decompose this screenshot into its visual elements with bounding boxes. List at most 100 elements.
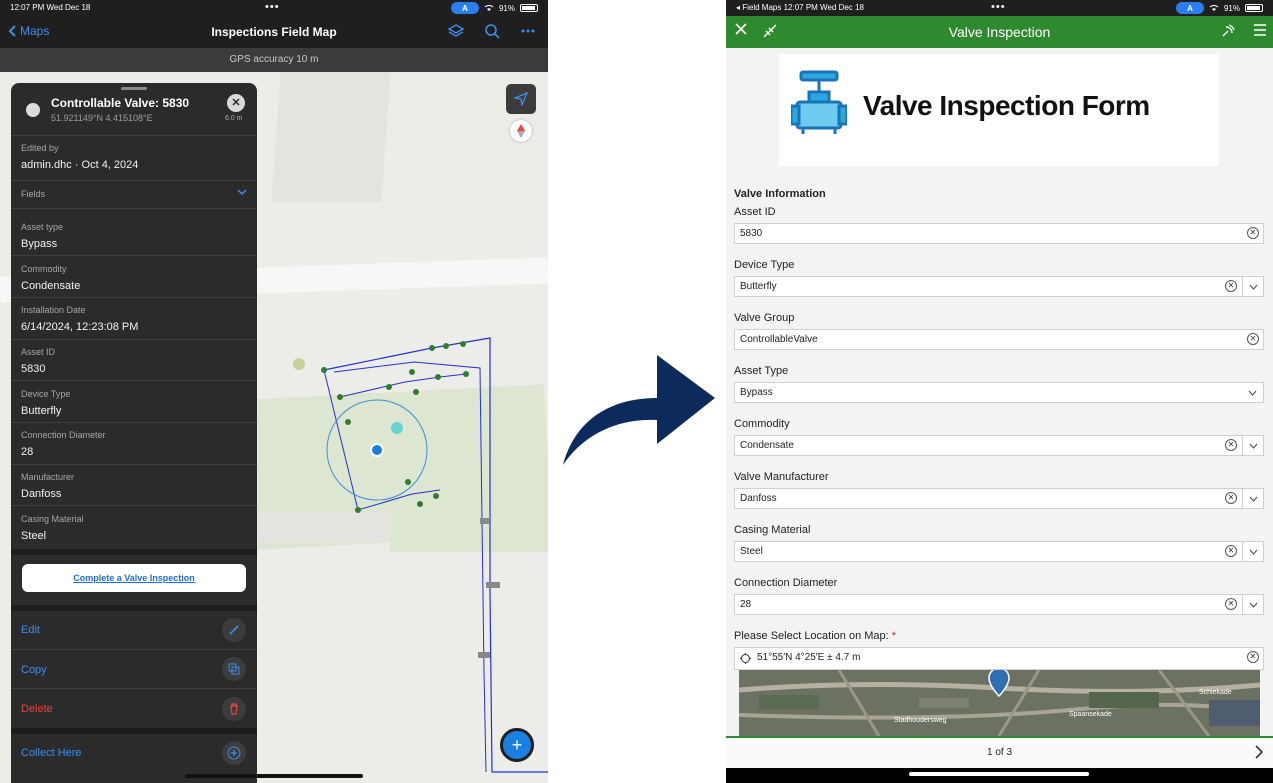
home-indicator <box>909 772 1089 776</box>
field-label: Asset ID <box>21 347 56 357</box>
field-value: 28 <box>21 446 34 458</box>
location-input[interactable]: 51°55′N 4°25′E ± 4.7 m ✕ <box>734 647 1264 670</box>
field-maps-map-screen: 12:07 PM Wed Dec 18 ••• A 91% Maps Inspe… <box>0 0 548 783</box>
input-value: Bypass <box>740 387 773 398</box>
clear-icon[interactable]: ✕ <box>1225 439 1237 451</box>
chevron-down-icon <box>1249 284 1257 290</box>
pencil-icon[interactable] <box>222 618 246 642</box>
chevron-right-icon[interactable] <box>1254 744 1264 760</box>
dropdown-toggle[interactable] <box>1242 542 1263 561</box>
field-value: Steel <box>21 530 47 542</box>
input-value: ControllableValve <box>740 334 818 345</box>
add-feature-button[interactable]: + <box>500 728 534 762</box>
close-popup-button[interactable]: ✕ <box>227 94 245 112</box>
clear-icon[interactable]: ✕ <box>1225 598 1237 610</box>
divider <box>11 208 257 209</box>
edited-by-label: Edited by <box>21 143 59 153</box>
location-value: 51°55′N 4°25′E ± 4.7 m <box>757 652 861 663</box>
field-value: Danfoss <box>21 488 62 500</box>
survey-form-screen: ◂ Field Maps 12:07 PM Wed Dec 18 ••• A 9… <box>726 0 1273 783</box>
status-bar: ◂ Field Maps 12:07 PM Wed Dec 18 ••• A 9… <box>726 0 1273 16</box>
casing-material-select[interactable]: Steel ✕ <box>734 541 1264 562</box>
valve-group-input[interactable]: ControllableValve ✕ <box>734 329 1264 350</box>
trash-icon[interactable] <box>222 697 246 721</box>
manufacturer-select[interactable]: Danfoss ✕ <box>734 488 1264 509</box>
complete-valve-inspection-link[interactable]: Complete a Valve Inspection <box>22 564 246 592</box>
divider <box>11 297 257 298</box>
collect-here-action[interactable]: Collect Here <box>21 747 82 759</box>
section-divider <box>11 728 257 734</box>
dropdown-toggle[interactable] <box>1242 595 1263 614</box>
clear-icon[interactable]: ✕ <box>1225 280 1237 292</box>
field-value: Condensate <box>21 280 81 292</box>
field-label: Connection Diameter <box>734 577 838 589</box>
location-label: Please Select Location on Map: * <box>734 630 896 642</box>
layers-icon[interactable] <box>448 23 464 39</box>
nav-icons <box>448 23 536 39</box>
dropdown-toggle[interactable] <box>1242 277 1263 296</box>
divider <box>11 422 257 423</box>
device-type-select[interactable]: Butterfly ✕ <box>734 276 1264 297</box>
commodity-select[interactable]: Condensate ✕ <box>734 435 1264 456</box>
form-header: Valve Inspection <box>726 16 1273 48</box>
input-value: Condensate <box>740 440 794 451</box>
multitask-dots[interactable]: ••• <box>265 1 280 13</box>
edit-action[interactable]: Edit <box>21 624 40 636</box>
locate-button[interactable] <box>506 84 536 114</box>
plus-icon: + <box>511 734 523 755</box>
more-icon[interactable] <box>520 23 536 39</box>
dropdown-toggle[interactable] <box>1242 489 1263 508</box>
status-time[interactable]: ◂ Field Maps 12:07 PM Wed Dec 18 <box>736 3 864 12</box>
battery-icon <box>1245 4 1263 12</box>
status-icons: A 91% <box>1175 2 1263 14</box>
clear-icon[interactable]: ✕ <box>1247 651 1259 663</box>
add-circle-icon[interactable] <box>222 741 246 765</box>
divider <box>11 135 257 136</box>
multitask-dots[interactable]: ••• <box>991 1 1006 13</box>
asset-id-input[interactable]: 5830 ✕ <box>734 223 1264 244</box>
divider <box>11 464 257 465</box>
dropdown-toggle[interactable] <box>1242 383 1263 402</box>
field-label: Valve Group <box>734 312 795 324</box>
delete-action[interactable]: Delete <box>21 703 53 715</box>
clear-icon[interactable]: ✕ <box>1225 492 1237 504</box>
map-street-label: Spaansekade <box>1069 711 1112 718</box>
chevron-down-icon[interactable] <box>237 188 247 196</box>
asset-type-select[interactable]: Bypass <box>734 382 1264 403</box>
field-label: Device Type <box>21 389 71 399</box>
satellite-icon[interactable] <box>1220 23 1236 39</box>
menu-icon[interactable] <box>1253 23 1267 37</box>
feature-popup-panel: Controllable Valve: 5830 51.921149°N 4.4… <box>11 83 257 783</box>
wifi-icon <box>1209 5 1219 11</box>
field-label: Asset ID <box>734 206 776 218</box>
clear-icon[interactable]: ✕ <box>1225 545 1237 557</box>
copy-icon[interactable] <box>222 657 246 681</box>
form-banner: Valve Inspection Form <box>779 54 1219 166</box>
field-label: Installation Date <box>21 305 86 315</box>
field-label: Casing Material <box>734 524 811 536</box>
chevron-down-icon <box>1249 602 1257 608</box>
page-indicator: 1 of 3 <box>986 747 1013 758</box>
battery-percent: 91% <box>498 3 515 13</box>
divider <box>11 505 257 506</box>
location-map-preview[interactable]: Stadhoudersweg Spaansekade Schiekade <box>739 670 1260 736</box>
input-value: Butterfly <box>740 281 777 292</box>
field-label: Commodity <box>21 264 67 274</box>
form-title: Valve Inspection <box>948 24 1051 40</box>
input-value: 5830 <box>740 228 763 239</box>
clear-icon[interactable]: ✕ <box>1247 333 1259 345</box>
crosshair-icon <box>740 653 751 664</box>
clear-icon[interactable]: ✕ <box>1247 227 1259 239</box>
copy-action[interactable]: Copy <box>21 664 47 676</box>
dropdown-toggle[interactable] <box>1242 436 1263 455</box>
popup-coordinates: 51.921149°N 4.415108°E <box>51 113 153 123</box>
field-label: Commodity <box>734 418 790 430</box>
popup-distance: 6.0 m <box>225 115 243 122</box>
banner-title: Valve Inspection Form <box>863 90 1150 121</box>
map-nav-bar: Maps Inspections Field Map <box>0 16 548 48</box>
fields-section-toggle[interactable]: Fields <box>21 189 45 199</box>
map-street-label: Stadhoudersweg <box>894 717 947 724</box>
compass-button[interactable] <box>510 120 532 142</box>
search-icon[interactable] <box>484 23 500 39</box>
connection-diameter-select[interactable]: 28 ✕ <box>734 594 1264 615</box>
